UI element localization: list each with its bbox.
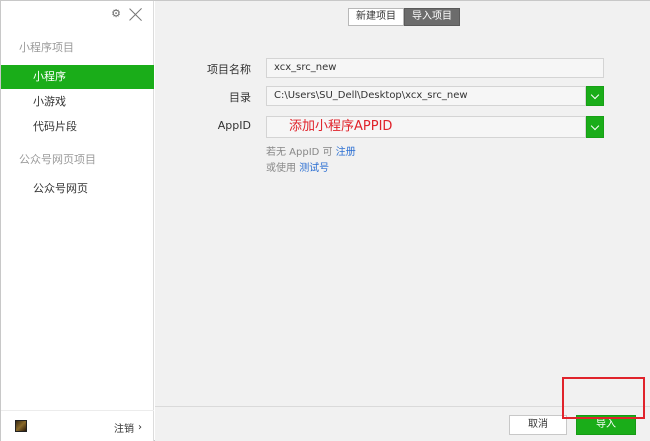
chevron-down-icon xyxy=(590,121,600,131)
test-account-link[interactable]: 测试号 xyxy=(299,163,329,174)
app-window: ⚙ 小程序项目 小程序 小游戏 代码片段 公众号网页项目 公众号网页 注销 › … xyxy=(0,0,650,441)
sidebar: ⚙ 小程序项目 小程序 小游戏 代码片段 公众号网页项目 公众号网页 注销 › xyxy=(1,1,154,441)
register-hint: 若无 AppID 可 注册 xyxy=(266,143,356,158)
close-icon[interactable] xyxy=(129,7,143,21)
logout-button[interactable]: 注销 › xyxy=(114,420,142,435)
sidebar-item-minigame[interactable]: 小游戏 xyxy=(1,90,154,114)
appid-label: AppID xyxy=(217,119,251,132)
project-name-label: 项目名称 xyxy=(207,63,251,76)
chevron-down-icon xyxy=(590,90,600,100)
register-link[interactable]: 注册 xyxy=(336,147,356,158)
bottom-bar: 取消 导入 xyxy=(155,377,650,441)
sidebar-item-official-webpage[interactable]: 公众号网页 xyxy=(1,177,154,201)
test-account-hint-text: 或使用 xyxy=(266,163,300,174)
project-tabs: 新建项目 导入项目 xyxy=(348,8,460,26)
import-button[interactable]: 导入 xyxy=(576,415,636,435)
appid-dropdown-button[interactable] xyxy=(586,116,604,138)
directory-label: 目录 xyxy=(229,91,251,104)
directory-dropdown-button[interactable] xyxy=(586,86,604,106)
sidebar-item-code-snippet[interactable]: 代码片段 xyxy=(1,115,154,139)
sidebar-item-miniprogram[interactable]: 小程序 xyxy=(1,65,154,89)
window-controls: ⚙ xyxy=(111,7,143,21)
cancel-button[interactable]: 取消 xyxy=(509,415,567,435)
register-hint-text: 若无 AppID 可 xyxy=(266,147,336,158)
project-name-input[interactable]: xcx_src_new xyxy=(266,58,604,78)
appid-input[interactable]: 添加小程序APPID xyxy=(266,116,586,138)
sidebar-footer: 注销 › xyxy=(1,410,154,441)
logout-label: 注销 xyxy=(114,424,134,435)
section-title-miniprogram: 小程序项目 xyxy=(19,41,74,54)
chevron-right-icon: › xyxy=(138,422,142,433)
import-highlight-box xyxy=(562,377,645,419)
section-title-official-account: 公众号网页项目 xyxy=(19,153,96,166)
tab-import-project[interactable]: 导入项目 xyxy=(404,8,460,26)
test-account-hint: 或使用 测试号 xyxy=(266,159,329,174)
gear-icon[interactable]: ⚙ xyxy=(111,7,121,21)
main-panel: 新建项目 导入项目 项目名称 xcx_src_new 目录 C:\Users\S… xyxy=(155,1,650,441)
tab-new-project[interactable]: 新建项目 xyxy=(348,8,404,26)
avatar[interactable] xyxy=(15,420,27,432)
directory-input[interactable]: C:\Users\SU_Dell\Desktop\xcx_src_new xyxy=(266,86,586,106)
